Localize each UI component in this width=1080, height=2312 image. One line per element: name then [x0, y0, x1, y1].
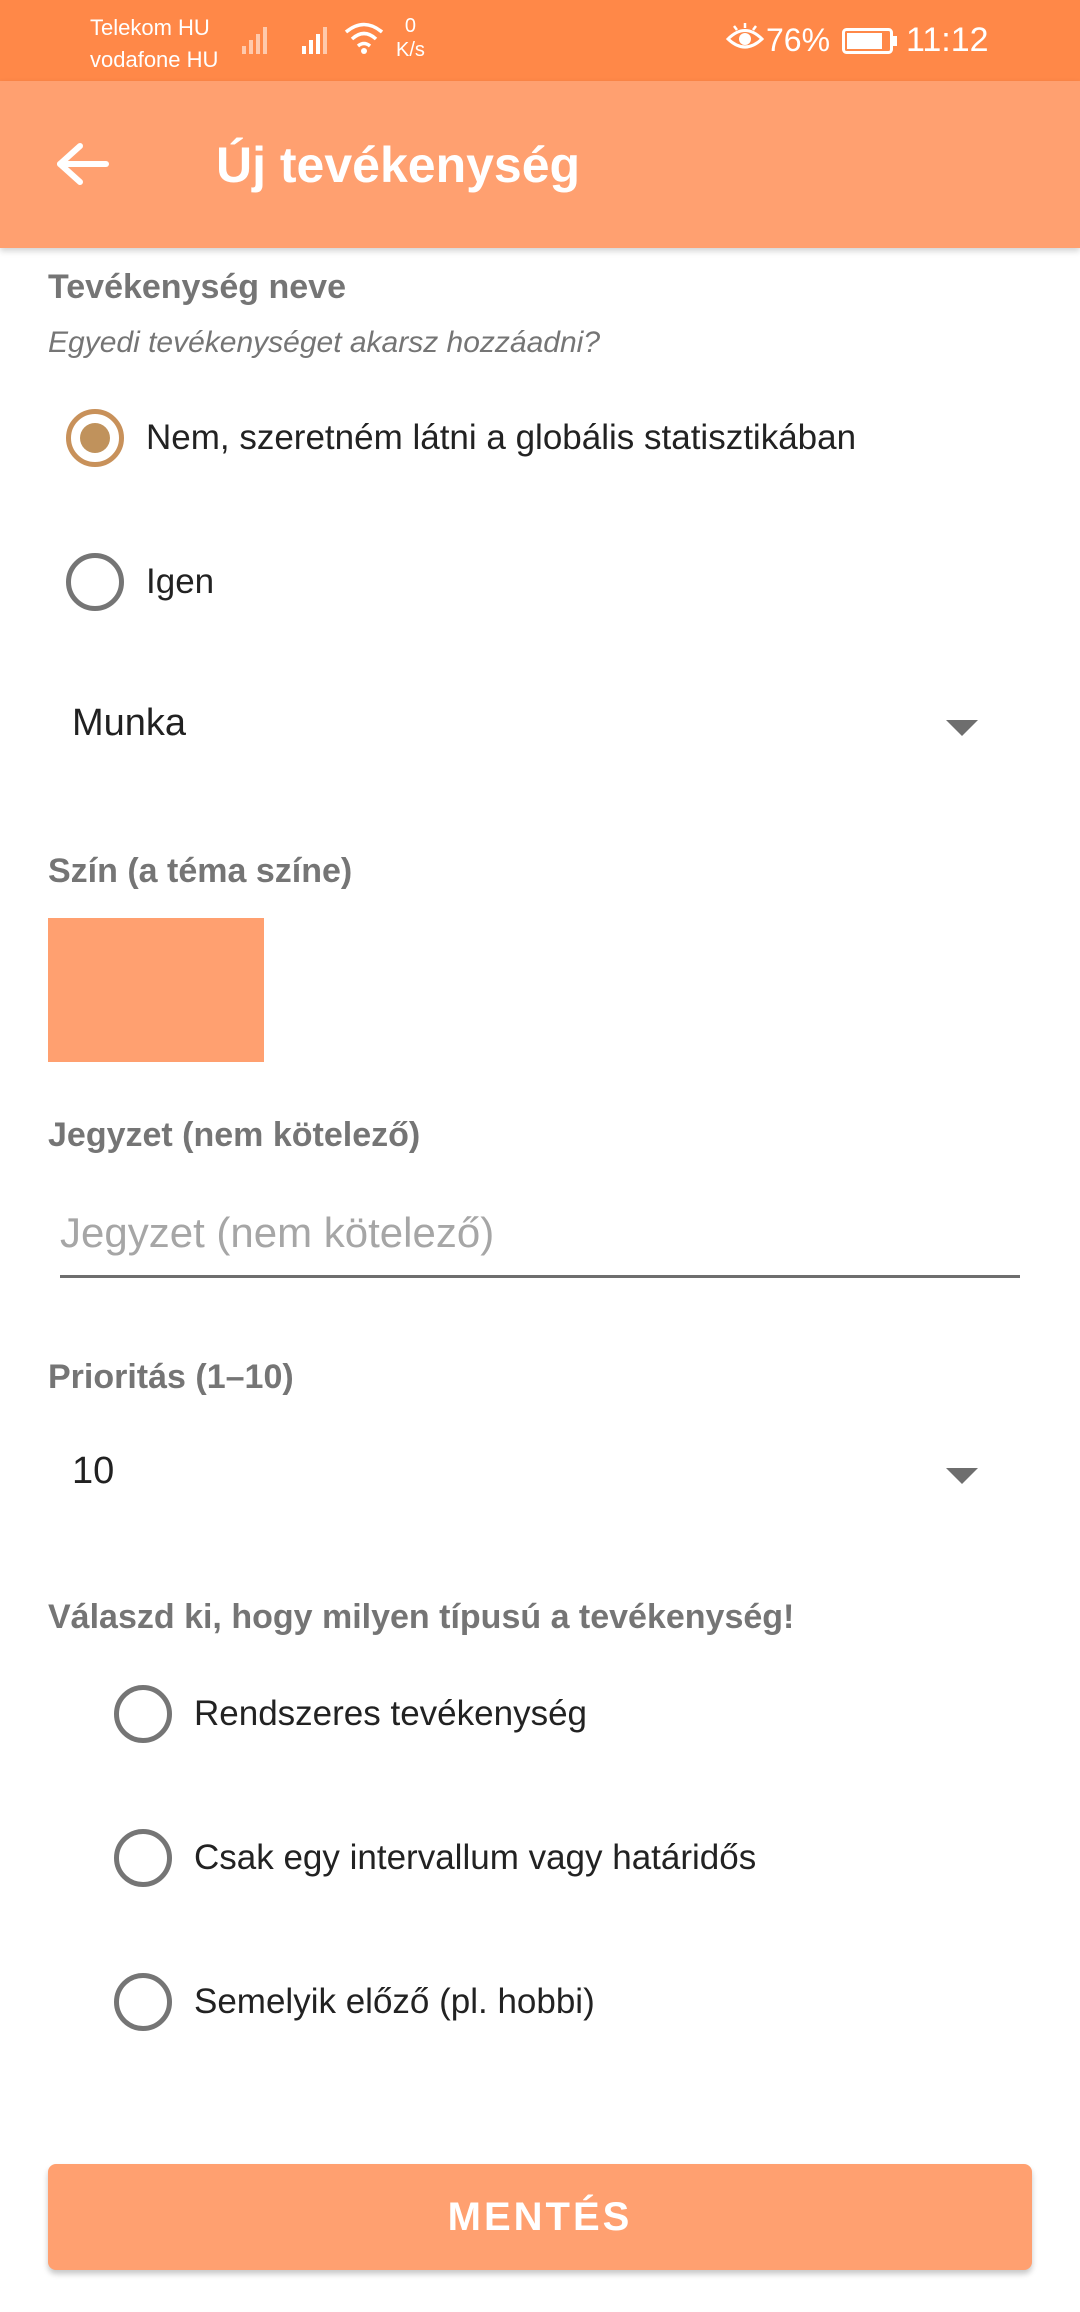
radio-button[interactable] [114, 1685, 172, 1743]
signal-icon [302, 27, 327, 54]
status-bar: Telekom HU vodafone HU 0 K/s 76% 11:12 [0, 0, 1080, 81]
network-speed: 0 K/s [396, 14, 425, 62]
note-label: Jegyzet (nem kötelező) [48, 1116, 421, 1154]
network-speed-value: 0 [404, 15, 417, 37]
dropdown-selected-value: Munka [72, 702, 187, 744]
activity-dropdown[interactable]: Munka [48, 682, 998, 772]
radio-option-recurring[interactable]: Rendszeres tevékenység [114, 1674, 587, 1754]
clock: 11:12 [906, 21, 989, 59]
radio-option-yes[interactable]: Igen [66, 542, 214, 622]
color-swatch[interactable] [48, 918, 264, 1062]
note-field[interactable] [60, 1190, 1020, 1278]
radio-label: Nem, szeretném látni a globális statiszt… [146, 418, 857, 457]
carrier-1: Telekom HU [90, 15, 210, 40]
signal-icon [242, 27, 267, 54]
radio-option-none-hobby[interactable]: Semelyik előző (pl. hobbi) [114, 1962, 595, 2042]
dropdown-selected-value: 10 [72, 1450, 115, 1492]
arrow-left-icon [57, 143, 109, 185]
wifi-icon [344, 22, 384, 54]
eye-icon [726, 23, 764, 49]
carrier-info: Telekom HU vodafone HU [90, 12, 218, 76]
network-speed-unit: K/s [396, 39, 425, 61]
dropdown-arrow-icon [946, 720, 978, 736]
radio-label: Csak egy intervallum vagy határidős [194, 1838, 757, 1877]
radio-label: Igen [146, 562, 215, 601]
radio-option-global-stats[interactable]: Nem, szeretném látni a globális statiszt… [66, 398, 856, 478]
custom-activity-question: Egyedi tevékenységet akarsz hozzáadni? [48, 326, 601, 359]
priority-label: Prioritás (1–10) [48, 1358, 294, 1396]
radio-label: Semelyik előző (pl. hobbi) [194, 1982, 595, 2021]
activity-type-label: Válaszd ki, hogy milyen típusú a tevéken… [48, 1598, 795, 1636]
back-button[interactable] [40, 121, 126, 207]
carrier-2: vodafone HU [90, 47, 219, 72]
radio-button[interactable] [114, 1973, 172, 2031]
battery-icon [842, 28, 897, 54]
activity-name-label: Tevékenység neve [48, 268, 346, 306]
radio-button[interactable] [114, 1829, 172, 1887]
app-bar: Új tevékenység [0, 81, 1080, 248]
battery-percentage: 76% [766, 22, 831, 58]
dropdown-arrow-icon [946, 1468, 978, 1484]
radio-option-interval-deadline[interactable]: Csak egy intervallum vagy határidős [114, 1818, 756, 1898]
color-label: Szín (a téma színe) [48, 852, 353, 890]
radio-button[interactable] [66, 553, 124, 611]
radio-label: Rendszeres tevékenység [194, 1694, 587, 1733]
radio-button-checked[interactable] [66, 409, 124, 467]
priority-dropdown[interactable]: 10 [48, 1430, 998, 1520]
save-button[interactable]: MENTÉS [48, 2164, 1032, 2270]
page-title: Új tevékenység [216, 137, 581, 193]
